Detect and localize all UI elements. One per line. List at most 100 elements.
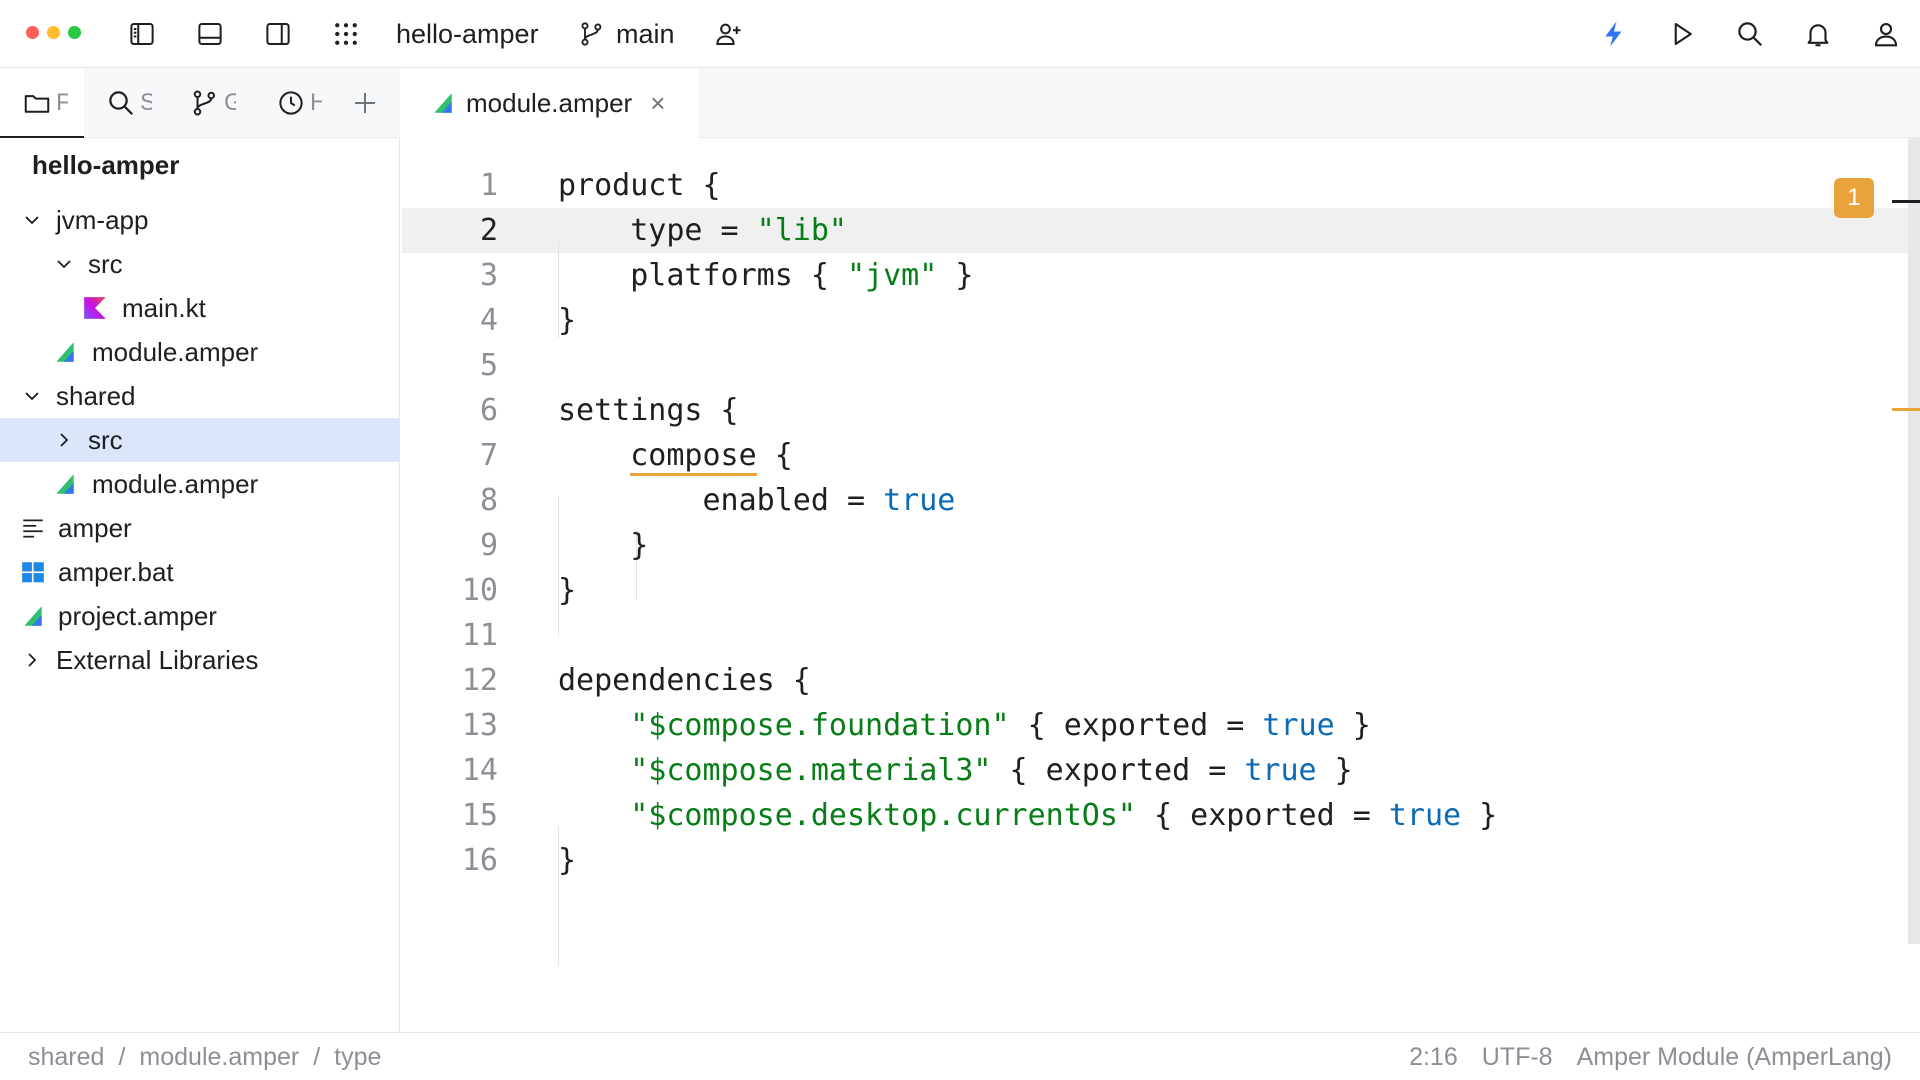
line-number: 5 [479,348,498,383]
add-tool-tab-button[interactable] [350,68,380,138]
keyword-token: true [883,483,956,518]
lightning-icon[interactable] [1596,16,1632,52]
project-switcher[interactable]: hello-amper [396,0,539,68]
file-language[interactable]: Amper Module (AmperLang) [1577,1043,1892,1072]
code-token: platforms { [558,258,847,293]
clock-icon [279,91,303,115]
warning-marker[interactable] [1892,408,1920,411]
string-token: "$compose.foundation" [630,708,1010,743]
string-token: "$compose.material3" [630,753,992,788]
project-root[interactable]: hello-amper [32,150,179,181]
tree-item-label: src [88,248,123,279]
toggle-left-panel-icon[interactable] [124,16,160,52]
tree-item-label: main.kt [122,292,206,323]
minimize-window-button[interactable] [47,26,60,39]
code-line[interactable]: 5 [402,343,1908,388]
toggle-right-panel-icon[interactable] [260,16,296,52]
tree-item-shared-module-amper[interactable]: module.amper [0,462,400,506]
editor-scrollbar[interactable] [1908,138,1920,944]
branch-name: main [616,18,675,49]
code-line[interactable]: 16} [402,838,1908,883]
line-number: 16 [461,843,498,878]
code-line[interactable]: 2 type = "lib" [402,208,1908,253]
tab-git[interactable]: G [190,68,236,138]
code-line[interactable]: 11 [402,613,1908,658]
chevron-right-icon [60,433,69,447]
close-tab-icon[interactable]: × [650,88,665,119]
tree-item-amper-bat[interactable]: amper.bat [0,550,400,594]
code-line[interactable]: 12 dependencies { [402,658,1908,703]
tree-item-label: src [88,424,123,455]
line-number: 11 [461,618,498,653]
search-icon [109,91,134,116]
line-number: 2 [479,213,498,248]
code-line[interactable]: 4} [402,298,1908,343]
tab-history[interactable]: H [276,68,322,138]
search-everywhere-icon[interactable] [1732,16,1768,52]
code-token: { exported = [1135,798,1389,833]
tab-search[interactable]: S [106,68,152,138]
code-line[interactable]: 10} [402,568,1908,613]
code-token: } [558,528,649,563]
code-line[interactable]: 13 "$compose.foundation" { exported = tr… [402,703,1908,748]
line-number: 7 [479,438,498,473]
notifications-bell-icon[interactable] [1800,16,1836,52]
code-token: } [558,843,577,878]
code-line[interactable]: 8 enabled = true [402,478,1908,523]
editor-tab-module-amper[interactable]: module.amper × [400,68,698,138]
project-tree: hello-amper jvm-app src main.kt module.a… [0,138,400,1032]
tree-item-amper[interactable]: amper [0,506,400,550]
tree-item-project-amper[interactable]: project.amper [0,594,400,638]
line-number: 14 [461,753,498,788]
code-token: product { [558,168,721,203]
status-widgets: 2:16 UTF-8 Amper Module (AmperLang) [1409,1033,1892,1080]
branch-switcher[interactable]: main [578,0,675,68]
code-line[interactable]: 6 settings { [402,388,1908,433]
breadcrumb-item[interactable]: type [334,1043,381,1072]
git-branch-icon [193,90,216,116]
tree-item-jvm-app-module-amper[interactable]: module.amper [0,330,400,374]
account-user-icon[interactable] [1868,16,1904,52]
close-window-button[interactable] [26,26,39,39]
editor-tab-bar: module.amper × [400,68,1920,138]
code-line[interactable]: 15 "$compose.desktop.currentOs" { export… [402,793,1908,838]
line-number: 8 [479,483,498,518]
tree-item-main-kt[interactable]: main.kt [0,286,400,330]
breadcrumb-item[interactable]: shared [28,1043,104,1072]
code-line[interactable]: 3 platforms { "jvm" } [402,253,1908,298]
caret-position[interactable]: 2:16 [1409,1043,1458,1072]
tree-item-shared[interactable]: shared [0,374,400,418]
folder-icon [24,95,50,113]
line-number: 15 [461,798,498,833]
keyword-token: true [1388,798,1462,833]
tree-item-jvm-app-src[interactable]: src [0,242,400,286]
breadcrumb-separator: / [118,1042,126,1071]
code-editor[interactable]: 1 product {2 type = "lib" 3 platforms { "j… [402,138,1908,1032]
code-text: settings { [558,388,739,433]
tree-item-label: shared [56,380,136,411]
code-token: type = [558,213,757,248]
add-user-icon[interactable] [710,16,746,52]
code-line[interactable]: 14 "$compose.material3" { exported = tru… [402,748,1908,793]
tree-item-label: amper.bat [58,556,174,587]
code-line[interactable]: 1 product { [402,163,1908,208]
code-text: "$compose.material3" { exported = true } [558,748,1352,793]
tab-history-label: H [310,89,322,116]
tree-item-external-libraries[interactable]: External Libraries [0,638,400,682]
editor-tab-label: module.amper [466,87,633,118]
tree-item-jvm-app[interactable]: jvm-app [0,198,400,242]
code-line[interactable]: 7 compose { [402,433,1908,478]
main-menu-grid-icon[interactable] [328,16,364,52]
run-icon[interactable] [1664,16,1700,52]
breadcrumb-item[interactable]: module.amper [139,1043,299,1072]
toggle-bottom-panel-icon[interactable] [192,16,228,52]
caret-marker [1892,200,1920,203]
file-encoding[interactable]: UTF-8 [1482,1043,1553,1072]
zoom-window-button[interactable] [68,26,81,39]
tree-item-shared-src[interactable]: src [0,418,400,462]
chevron-down-icon [57,260,71,269]
tab-project[interactable]: F [0,68,84,138]
code-token: { [756,438,793,473]
inspection-warning-badge[interactable]: 1 [1834,178,1874,218]
code-line[interactable]: 9 } [402,523,1908,568]
